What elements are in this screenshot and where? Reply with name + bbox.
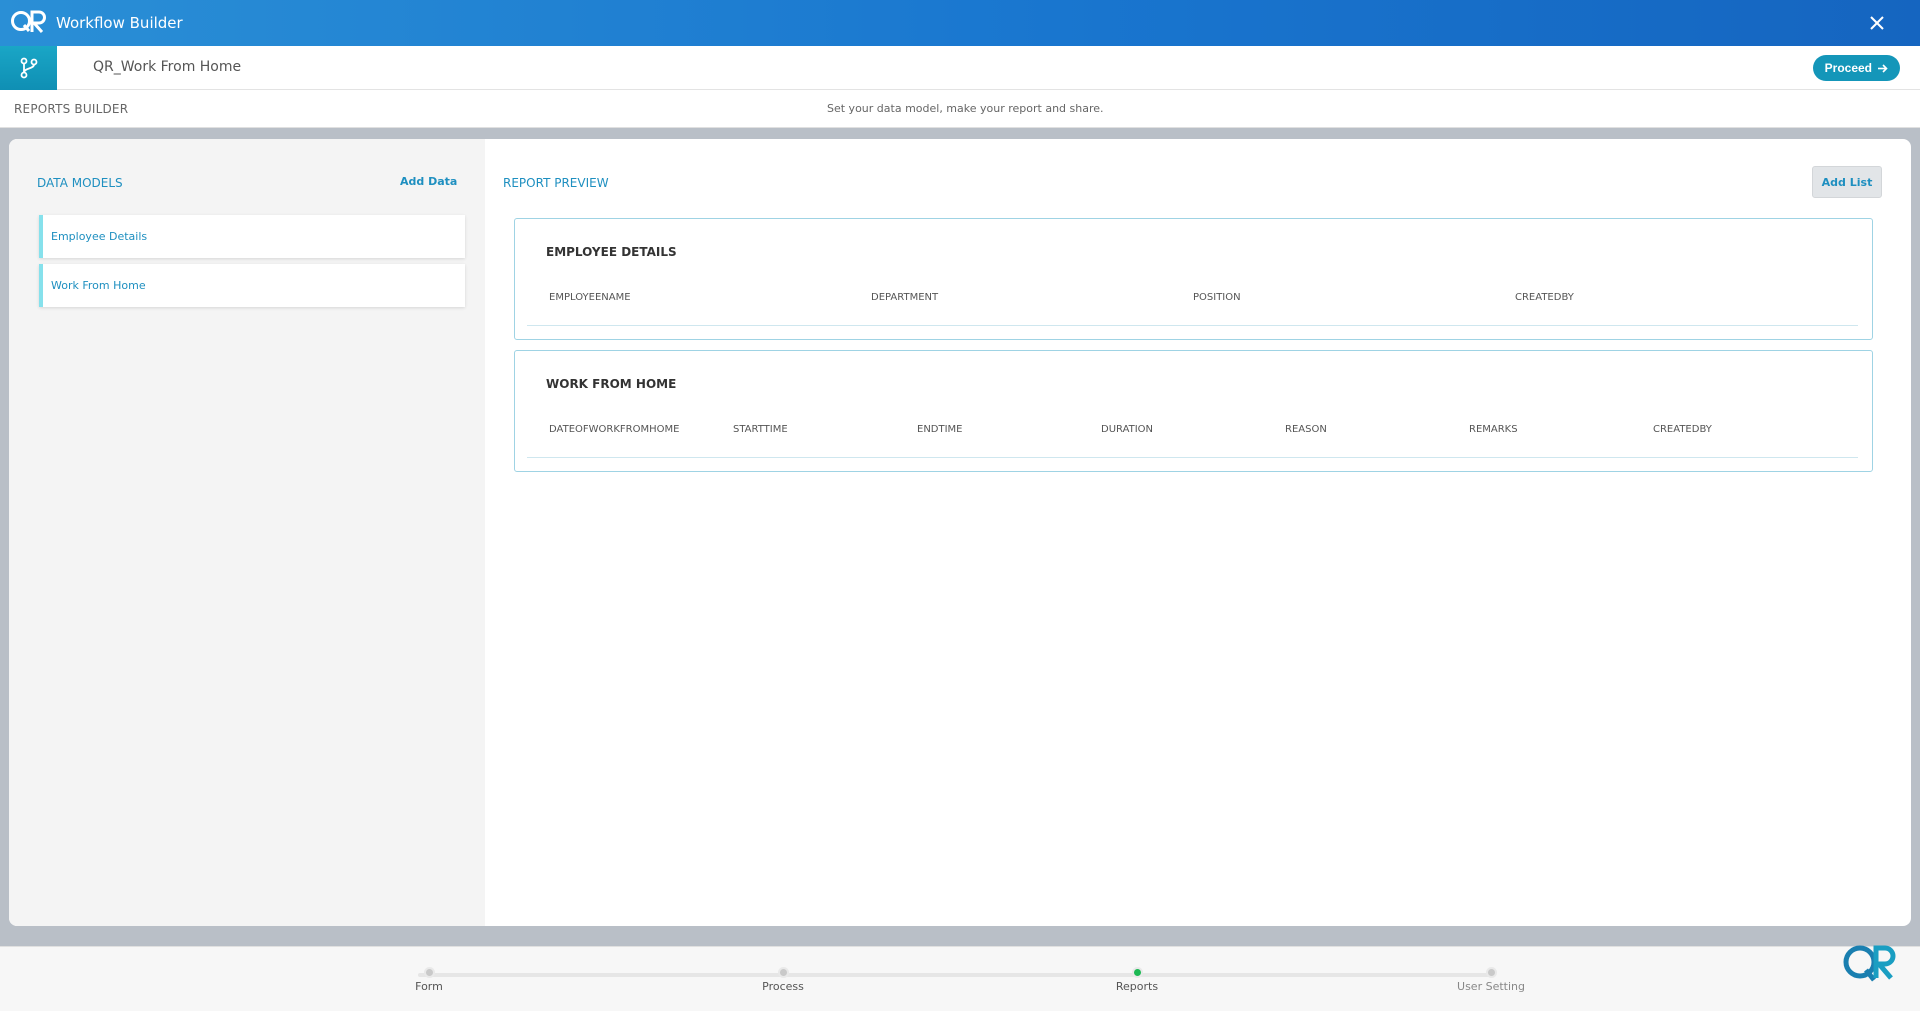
report-list-card[interactable]: EMPLOYEE DETAILS EMPLOYEENAME DEPARTMENT… — [514, 218, 1873, 340]
step-user-setting[interactable]: User Setting — [1431, 967, 1551, 993]
reports-builder-label: REPORTS BUILDER — [14, 102, 129, 116]
column-header: REASON — [1285, 424, 1327, 435]
app-title: Workflow Builder — [56, 14, 183, 32]
close-icon[interactable] — [1866, 12, 1888, 34]
proceed-label: Proceed — [1824, 61, 1872, 75]
title-bar: Workflow Builder — [0, 0, 1920, 46]
branch-icon — [20, 57, 37, 79]
reports-builder-hint: Set your data model, make your report an… — [827, 102, 1104, 115]
workflow-stepper: Form Process Reports User Setting — [0, 946, 1920, 1011]
proceed-button[interactable]: Proceed — [1812, 55, 1900, 81]
data-models-header: DATA MODELS — [37, 176, 123, 190]
report-list-title: WORK FROM HOME — [546, 377, 677, 391]
data-model-item[interactable]: Employee Details — [39, 215, 465, 258]
stepper-track — [418, 973, 1490, 977]
step-label: Reports — [1115, 980, 1159, 993]
arrow-right-icon — [1878, 63, 1888, 73]
column-header: EMPLOYEENAME — [549, 292, 631, 303]
workflow-bar: QR_Work From Home Proceed — [0, 46, 1920, 90]
data-model-item[interactable]: Work From Home — [39, 264, 465, 307]
column-header: CREATEDBY — [1515, 292, 1574, 303]
column-header: ENDTIME — [917, 424, 963, 435]
workflow-tab[interactable] — [0, 46, 57, 90]
column-header: DATEOFWORKFROMHOME — [549, 424, 680, 435]
column-header: STARTTIME — [733, 424, 788, 435]
add-list-button[interactable]: Add List — [1812, 166, 1882, 198]
report-list-title: EMPLOYEE DETAILS — [546, 245, 677, 259]
step-label: Process — [762, 980, 804, 993]
step-dot — [423, 967, 435, 978]
column-header: CREATEDBY — [1653, 424, 1712, 435]
divider — [527, 325, 1858, 326]
qr-logo-icon[interactable] — [1840, 938, 1896, 986]
step-dot-active — [1131, 967, 1143, 978]
add-data-link[interactable]: Add Data — [400, 175, 457, 188]
report-list-card[interactable]: WORK FROM HOME DATEOFWORKFROMHOME STARTT… — [514, 350, 1873, 472]
step-reports[interactable]: Reports — [1077, 967, 1197, 993]
column-headers: DATEOFWORKFROMHOME STARTTIME ENDTIME DUR… — [549, 424, 1858, 435]
step-label: User Setting — [1457, 980, 1525, 993]
column-header: REMARKS — [1469, 424, 1518, 435]
column-header: POSITION — [1193, 292, 1241, 303]
workflow-name: QR_Work From Home — [93, 59, 242, 75]
step-form[interactable]: Form — [369, 967, 489, 993]
data-models-panel: DATA MODELS Add Data Employee Details Wo… — [9, 139, 485, 926]
column-header: DEPARTMENT — [871, 292, 939, 303]
step-dot — [1485, 967, 1497, 978]
column-header: DURATION — [1101, 424, 1154, 435]
qr-logo-icon — [11, 10, 46, 33]
step-label: Form — [415, 980, 443, 993]
column-headers: EMPLOYEENAME DEPARTMENT POSITION CREATED… — [549, 292, 1858, 303]
reports-builder-bar: REPORTS BUILDER Set your data model, mak… — [0, 90, 1920, 128]
divider — [527, 457, 1858, 458]
report-preview-header: REPORT PREVIEW — [503, 176, 609, 190]
builder-panel: DATA MODELS Add Data Employee Details Wo… — [9, 139, 1911, 926]
step-process[interactable]: Process — [723, 967, 843, 993]
step-dot — [777, 967, 789, 978]
